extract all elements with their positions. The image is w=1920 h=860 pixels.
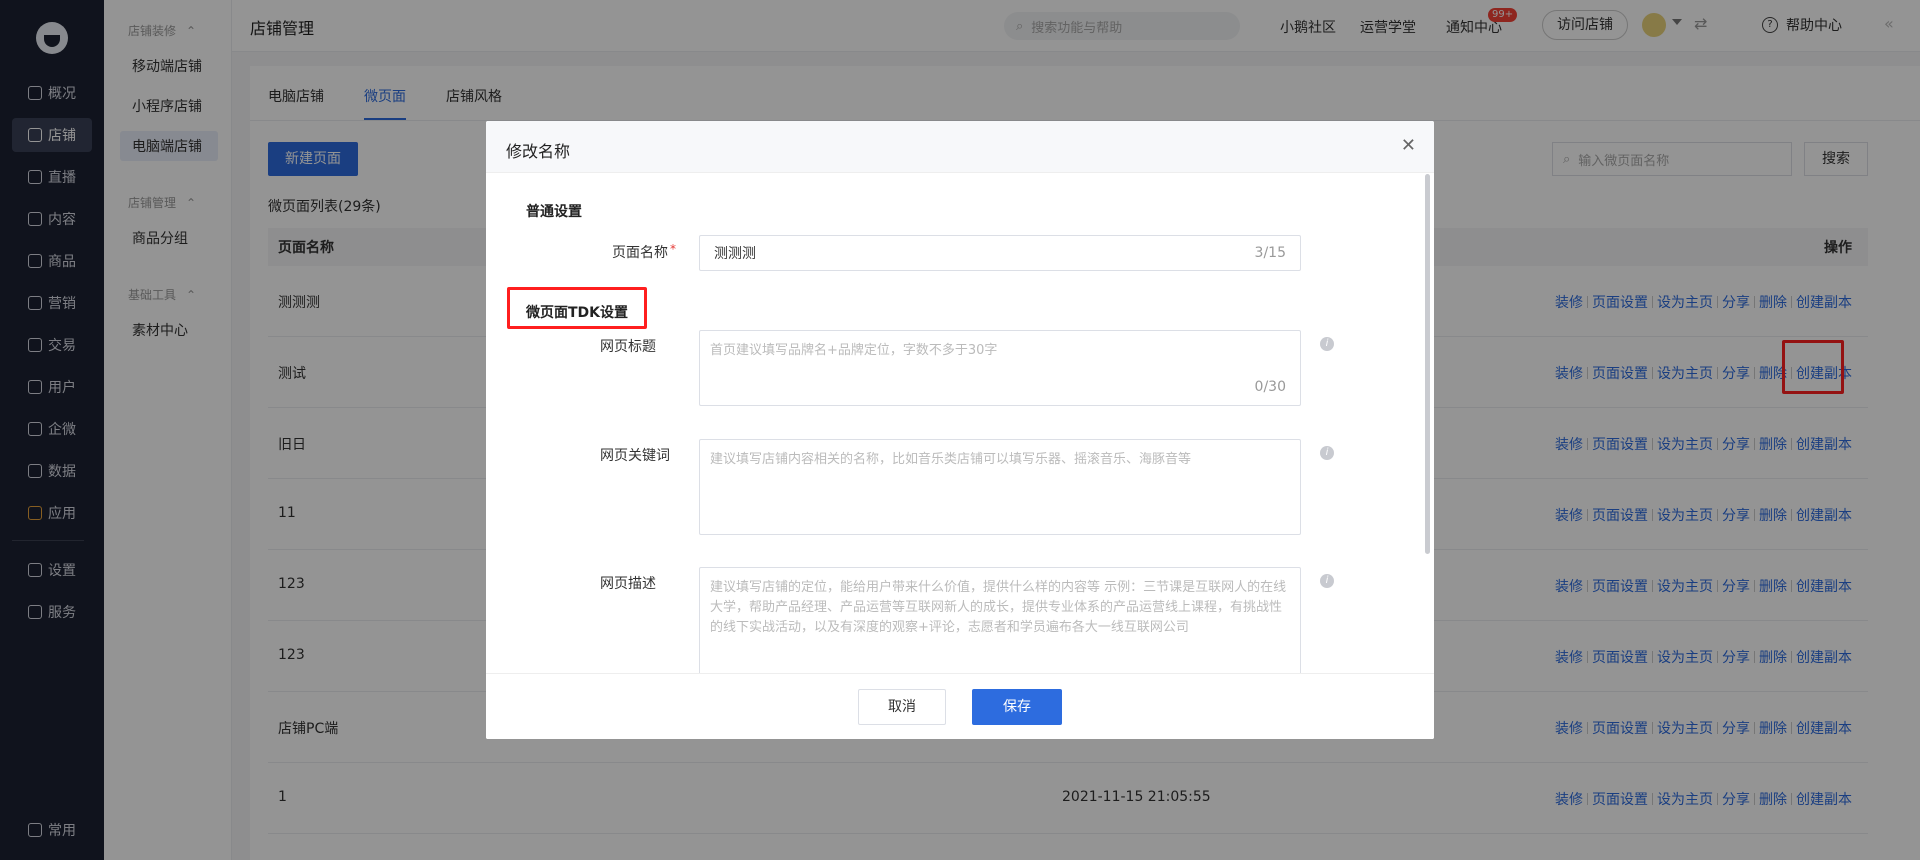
info-icon[interactable]: i bbox=[1320, 337, 1334, 351]
description-label: 网页描述 bbox=[600, 576, 656, 592]
page-name-label: 页面名称 * bbox=[612, 242, 676, 261]
close-icon[interactable]: ✕ bbox=[1401, 135, 1416, 156]
page-name-char-count: 3/15 bbox=[1254, 245, 1286, 261]
info-icon[interactable]: i bbox=[1320, 574, 1334, 588]
highlight-box-tdk bbox=[507, 287, 647, 329]
web-title-textarea[interactable]: 首页建议填写品牌名+品牌定位，字数不多于30字 0/30 bbox=[699, 330, 1301, 406]
save-button[interactable]: 保存 bbox=[972, 689, 1062, 725]
info-icon[interactable]: i bbox=[1320, 446, 1334, 460]
required-marker: * bbox=[670, 242, 676, 256]
section-general-title: 普通设置 bbox=[526, 204, 582, 220]
dialog-scrollbar[interactable] bbox=[1425, 174, 1430, 554]
page-name-input[interactable]: 测测测 3/15 bbox=[699, 235, 1301, 271]
dialog-body: 普通设置 页面名称 * 测测测 3/15 微页面TDK设置 网页标题 首页建议填写… bbox=[486, 174, 1434, 673]
dialog-footer: 取消 保存 bbox=[486, 673, 1434, 739]
description-textarea[interactable]: 建议填写店铺的定位，能给用户带来什么价值，提供什么样的内容等 示例：三节课是互联… bbox=[699, 567, 1301, 673]
web-title-label: 网页标题 bbox=[600, 339, 656, 355]
dialog-header: 修改名称 ✕ bbox=[486, 121, 1434, 173]
keywords-label: 网页关键词 bbox=[600, 448, 670, 464]
dialog-title: 修改名称 bbox=[506, 142, 571, 161]
web-title-char-count: 0/30 bbox=[1254, 379, 1286, 395]
cancel-button[interactable]: 取消 bbox=[858, 689, 946, 725]
keywords-textarea[interactable]: 建议填写店铺内容相关的名称，比如音乐类店铺可以填写乐器、摇滚音乐、海豚音等 bbox=[699, 439, 1301, 535]
rename-dialog: 修改名称 ✕ 普通设置 页面名称 * 测测测 3/15 微页面TDK设置 网页标题… bbox=[486, 121, 1434, 739]
